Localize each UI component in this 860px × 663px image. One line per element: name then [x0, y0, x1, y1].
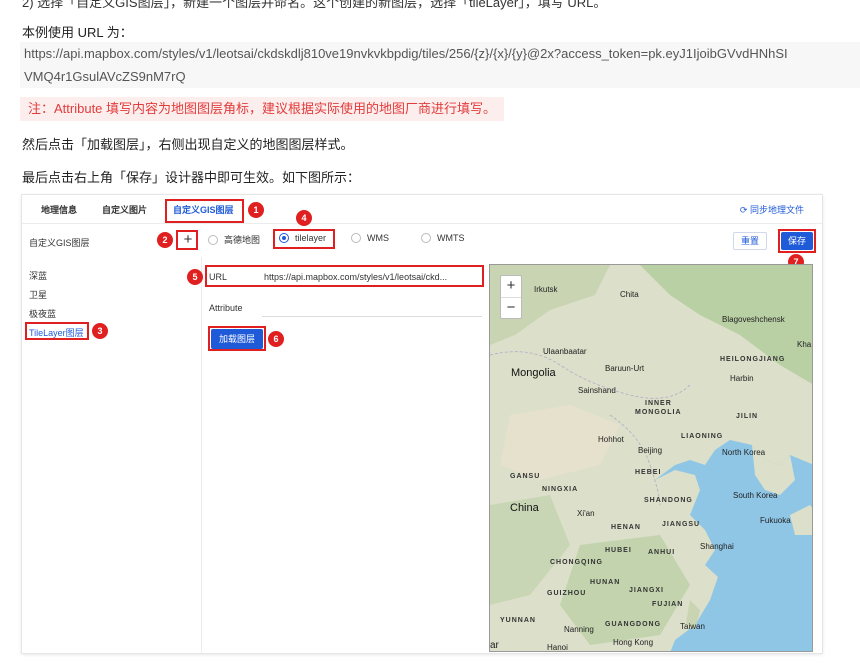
radio-dot [421, 233, 431, 243]
map-label-south-korea: South Korea [733, 491, 778, 500]
map-label-anhui: ANHUI [648, 549, 676, 556]
step-save-text: 最后点击右上角「保存」设计器中即可生效。如下图所示： [22, 170, 361, 185]
url-label: URL [209, 272, 228, 282]
url-line-1: https://api.mapbox.com/styles/v1/leotsai… [24, 46, 788, 61]
refresh-icon: ⟳ [739, 205, 748, 215]
map-label-baruun-urt: Baruun-Urt [605, 364, 645, 373]
map-label-ar: ar [490, 640, 499, 651]
radio-dot [208, 234, 218, 245]
map-label-beijing: Beijing [638, 446, 663, 455]
zoom-control: + − [500, 275, 522, 319]
map-label-xian: Xi'an [577, 509, 595, 518]
zoom-in-button[interactable]: + [501, 276, 521, 297]
annotation-badge-5: 5 [187, 269, 203, 285]
designer-screenshot: 地理信息 自定义图片 自定义GIS图层 ⟳ 同步地理文件 1 自定义GIS图层 … [22, 195, 822, 653]
cut-off-text: 2) 选择「自定义GIS图层」，新建一个图层并命名。这个创建的新图层，选择「ti… [22, 0, 607, 10]
highlight-box-6 [208, 326, 266, 351]
map-label-chongqing: CHONGQING [550, 559, 603, 566]
layer-item-polar-night-blue[interactable]: 极夜蓝 [29, 307, 56, 320]
annotation-badge-6: 6 [268, 331, 284, 347]
highlight-box-2 [176, 230, 198, 250]
highlight-box-4 [273, 229, 335, 249]
reset-button[interactable]: 重置 [733, 232, 767, 250]
map-label-sainshand: Sainshand [578, 386, 616, 395]
toolbar-label: 自定义GIS图层 [29, 238, 90, 248]
map-preview[interactable]: + − Irkutsk Chita Blagoveshchensk Kha Ul… [489, 264, 813, 652]
zoom-out-button[interactable]: − [501, 297, 521, 319]
map-label-harbin: Harbin [730, 374, 754, 383]
map-label-hunan: HUNAN [590, 579, 621, 586]
step-load-text: 然后点击「加载图层」，右侧出现自定义的地图图层样式。 [22, 137, 354, 152]
highlight-box-3 [25, 322, 89, 340]
attribute-note: 注：Attribute 填写内容为地图图层角标，建议根据实际使用的地图厂商进行填… [20, 97, 505, 121]
map-label-taiwan: Taiwan [680, 622, 705, 631]
tab-bar: 地理信息 自定义图片 自定义GIS图层 ⟳ 同步地理文件 [22, 195, 822, 224]
map-label-heilongjiang: HEILONGJIANG [720, 356, 786, 363]
layer-item-deep-blue[interactable]: 深蓝 [29, 269, 47, 282]
map-label-yunnan: YUNNAN [500, 617, 536, 624]
url-line-2: VMQ4r1GsulAVcZS9nM7rQ [24, 69, 186, 84]
map-label-hanoi: Hanoi [547, 643, 568, 652]
attribute-input[interactable] [262, 316, 482, 317]
map-label-irkutsk: Irkutsk [534, 285, 558, 294]
layer-item-satellite[interactable]: 卫星 [29, 288, 47, 301]
radio-wmts[interactable]: WMTS [421, 233, 465, 243]
map-label-henan: HENAN [611, 524, 641, 531]
map-label-inner-mongolia: MONGOLIA [635, 409, 682, 416]
url-input[interactable]: https://api.mapbox.com/styles/v1/leotsai… [264, 272, 447, 282]
map-label-fukuoka: Fukuoka [760, 516, 791, 525]
map-label-nanning: Nanning [564, 625, 594, 634]
map-label-hubei: HUBEI [605, 547, 632, 554]
map-label-guangdong: GUANGDONG [605, 621, 662, 628]
map-label-fujian: FUJIAN [652, 601, 684, 608]
map-label-kha: Kha [797, 340, 812, 349]
radio-gaode[interactable]: 高德地图 [208, 233, 260, 246]
url-code-block: https://api.mapbox.com/styles/v1/leotsai… [20, 42, 860, 88]
highlight-box-1 [165, 199, 244, 223]
map-label-jiangsu: JIANGSU [662, 521, 701, 528]
map-label-liaoning: LIAONING [681, 433, 724, 440]
radio-label: WMTS [437, 233, 465, 243]
map-label-guizhou: GUIZHOU [547, 590, 587, 597]
annotation-badge-3: 3 [92, 323, 108, 339]
tab-geo-info[interactable]: 地理信息 [41, 203, 77, 216]
map-label-jilin: JILIN [736, 413, 759, 420]
sync-label: 同步地理文件 [749, 205, 804, 215]
annotation-badge-2: 2 [157, 232, 173, 248]
sync-geo-file-button[interactable]: ⟳ 同步地理文件 [740, 203, 804, 216]
map-label-hohhot: Hohhot [598, 435, 624, 444]
map-label-hong-kong: Hong Kong [613, 638, 654, 647]
map-label-inner: INNER [645, 400, 672, 407]
radio-wms[interactable]: WMS [351, 233, 389, 243]
map-label-jiangxi: JIANGXI [629, 587, 665, 594]
map-label-ulaanbaatar: Ulaanbaatar [543, 347, 587, 356]
annotation-badge-4: 4 [296, 210, 312, 226]
radio-label: WMS [367, 233, 389, 243]
map-label-china: China [510, 502, 539, 514]
intro-text: 本例使用 URL 为： [22, 25, 133, 40]
radio-dot [351, 233, 361, 243]
radio-label: 高德地图 [224, 235, 261, 245]
map-label-ningxia: NINGXIA [542, 486, 579, 493]
map-label-shandong: SHANDONG [644, 497, 693, 504]
map-label-blagoveshchensk: Blagoveshchensk [722, 315, 785, 324]
map-label-north-korea: North Korea [722, 448, 766, 457]
map-label-mongolia: Mongolia [511, 367, 556, 379]
map-label-shanghai: Shanghai [700, 542, 734, 551]
tab-custom-image[interactable]: 自定义图片 [102, 203, 147, 216]
annotation-badge-1: 1 [248, 202, 264, 218]
panel-divider [201, 257, 202, 653]
attribute-label: Attribute [209, 303, 243, 313]
map-label-gansu: GANSU [510, 473, 541, 480]
map-label-hebei: HEBEI [635, 469, 662, 476]
map-label-chita: Chita [620, 290, 639, 299]
highlight-box-7 [778, 229, 816, 253]
